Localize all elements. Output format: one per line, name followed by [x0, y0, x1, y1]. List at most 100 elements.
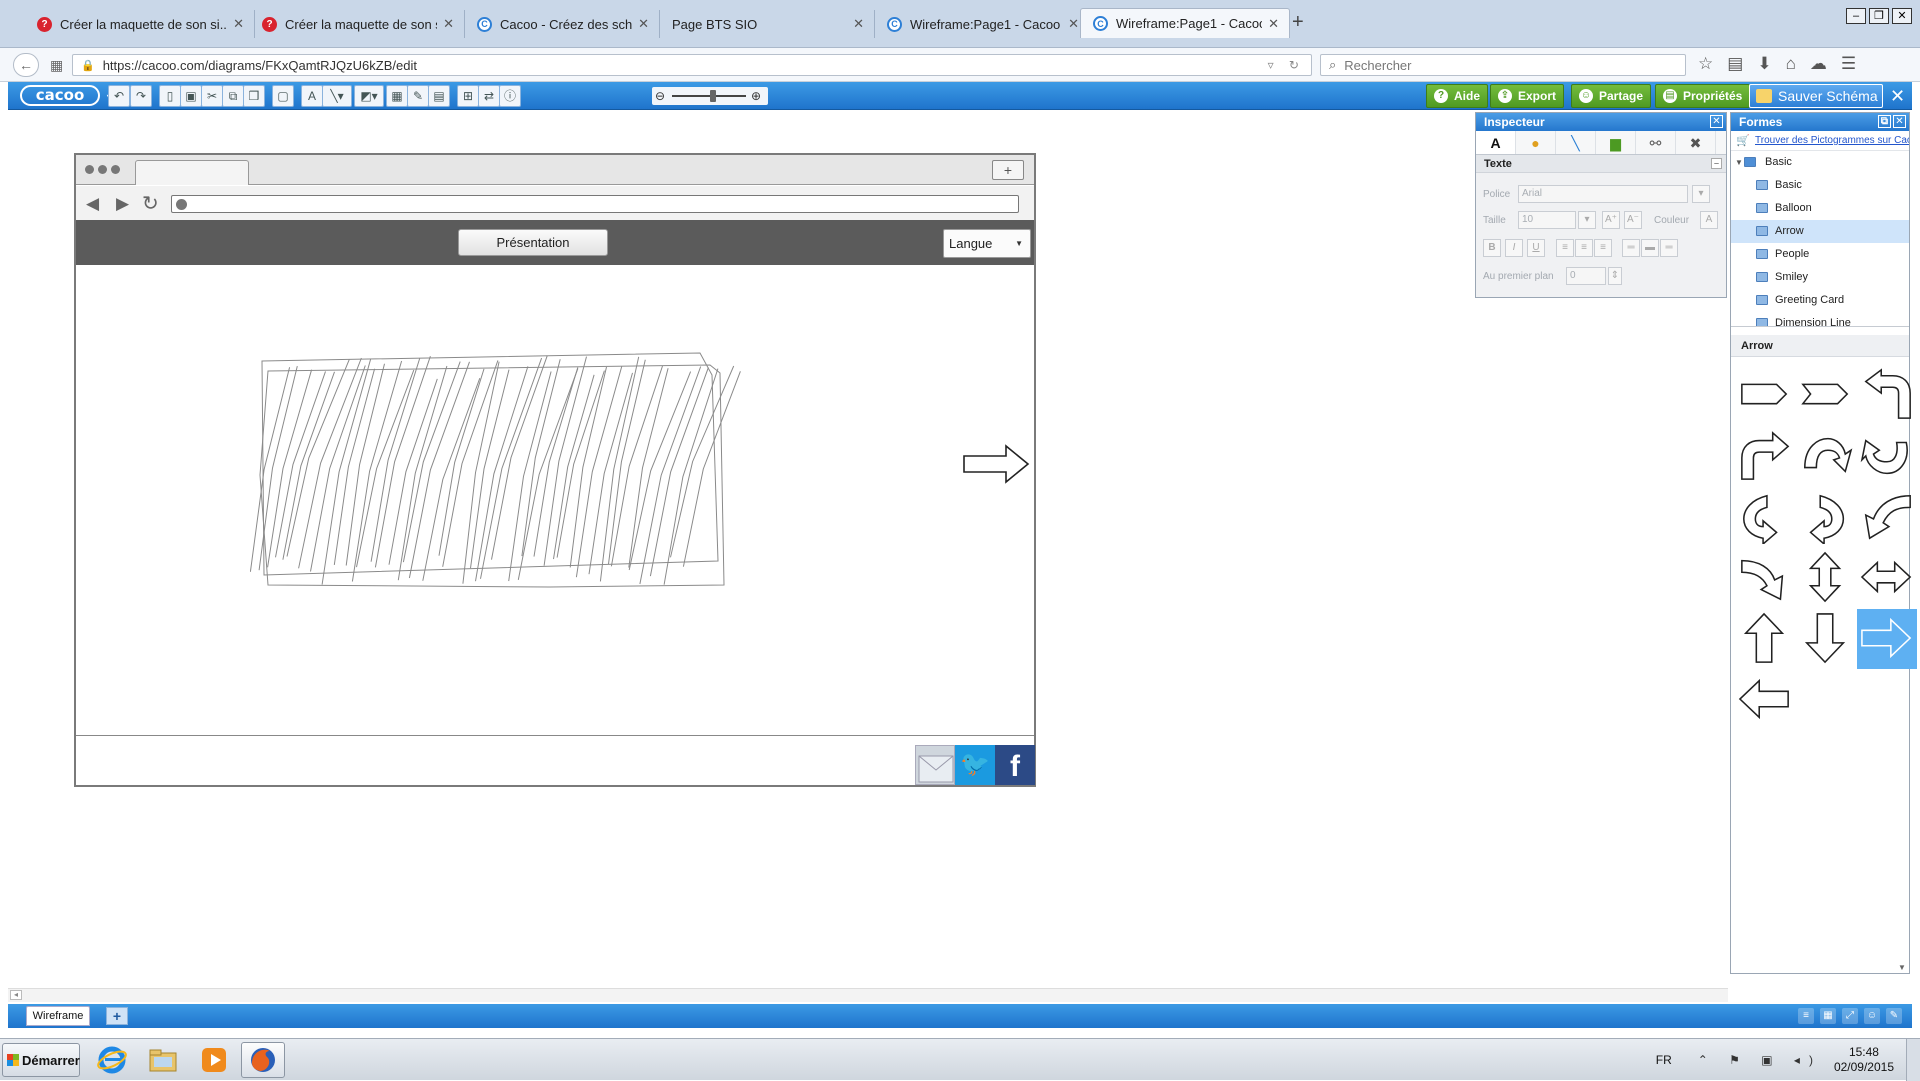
wireframe-browser-mockup[interactable]: + ◀ ▶ ↻ Présentation Langue ▼ 🐦 f — [74, 153, 1036, 787]
apps-grid-icon[interactable]: ▦ — [50, 57, 63, 74]
grid-icon[interactable]: ▦ — [1820, 1008, 1836, 1024]
close-tab-icon[interactable]: ✕ — [443, 16, 454, 32]
shape-library-item[interactable]: Dimension Line — [1731, 312, 1909, 326]
zoom-control[interactable]: ⊖ ⊕ — [652, 87, 768, 105]
reload-icon[interactable]: ▿ ↻ — [1268, 58, 1305, 72]
start-button[interactable]: Démarrer — [2, 1043, 80, 1077]
close-tab-icon[interactable]: ✕ — [233, 16, 244, 32]
increase-font-icon[interactable]: A⁺ — [1602, 211, 1620, 229]
tab-fill[interactable]: ● — [1516, 131, 1556, 154]
detach-icon[interactable]: ⧉ — [1878, 115, 1891, 128]
list-icon[interactable]: ≡ — [1798, 1008, 1814, 1024]
bookmark-star-icon[interactable]: ☆ — [1698, 54, 1713, 74]
users-icon[interactable]: ☺ — [1864, 1008, 1880, 1024]
save-diagram-button[interactable]: Sauver Schéma — [1749, 84, 1883, 108]
valign-bottom-icon[interactable]: ═ — [1660, 239, 1678, 257]
size-dropdown-icon[interactable]: ▾ — [1578, 211, 1596, 229]
home-icon[interactable]: ⌂ — [1786, 54, 1796, 74]
expand-icon[interactable]: ▼ — [1735, 151, 1743, 174]
download-icon[interactable]: ⬇ — [1757, 54, 1771, 74]
close-editor-icon[interactable]: ✕ — [1890, 86, 1905, 106]
close-tab-icon[interactable]: ✕ — [638, 16, 649, 32]
mail-icon[interactable] — [915, 745, 955, 785]
file-explorer-icon[interactable] — [141, 1042, 185, 1078]
shape-tool-icon[interactable]: ◩▾ — [354, 85, 384, 107]
italic-icon[interactable]: I — [1505, 239, 1523, 257]
properties-button[interactable]: ▤ Propriétés — [1655, 84, 1751, 108]
tab-line[interactable]: ╲ — [1556, 131, 1596, 154]
collapse-icon[interactable]: – — [1711, 158, 1722, 169]
redo-icon[interactable]: ↷ — [130, 85, 152, 107]
zoom-out-icon[interactable]: ⊖ — [655, 87, 665, 105]
line-tool-icon[interactable]: ╲▾ — [322, 85, 352, 107]
valign-top-icon[interactable]: ═ — [1622, 239, 1640, 257]
info-icon[interactable]: ⓘ — [499, 85, 521, 107]
tab-tools[interactable]: ✖ — [1676, 131, 1716, 154]
right-arrow-shape[interactable] — [1857, 609, 1917, 669]
table-tool-icon[interactable]: ▦ — [386, 85, 408, 107]
add-sheet-button[interactable]: + — [106, 1007, 128, 1025]
zoom-in-icon[interactable]: ⊕ — [751, 87, 761, 105]
clock[interactable]: 15:48 02/09/2015 — [1834, 1045, 1894, 1075]
fullscreen-icon[interactable]: ⤢ — [1842, 1008, 1858, 1024]
left-arrow-shape[interactable] — [1735, 670, 1795, 730]
tab-shadow[interactable]: ▆ — [1596, 131, 1636, 154]
browser-tab[interactable]: ? Créer la maquette de son si... ✕ — [250, 10, 465, 38]
pencil-tool-icon[interactable]: ✎ — [407, 85, 429, 107]
shape-library-item[interactable]: Smiley — [1731, 266, 1909, 289]
bold-icon[interactable]: B — [1483, 239, 1501, 257]
shape-library-item[interactable]: Greeting Card — [1731, 289, 1909, 312]
curved-up-left-arrow-shape[interactable] — [1857, 487, 1917, 547]
close-window-button[interactable]: ✕ — [1892, 8, 1912, 24]
show-desktop-button[interactable] — [1906, 1039, 1920, 1081]
shape-library-item[interactable]: People — [1731, 243, 1909, 266]
align-left-icon[interactable]: ≡ — [1556, 239, 1574, 257]
new-tab-button[interactable]: + — [1292, 12, 1304, 32]
chat-icon[interactable]: ✎ — [1886, 1008, 1902, 1024]
horizontal-scrollbar[interactable]: ◂ — [8, 988, 1728, 1002]
export-button[interactable]: ⇪ Export — [1490, 84, 1565, 108]
curved-down-arrow-shape[interactable] — [1857, 426, 1917, 486]
decrease-font-icon[interactable]: A⁻ — [1624, 211, 1642, 229]
up-down-arrow-shape[interactable] — [1796, 548, 1856, 608]
duplicate-icon[interactable]: ❒ — [243, 85, 265, 107]
close-icon[interactable]: ✕ — [1893, 115, 1906, 128]
font-dropdown-icon[interactable]: ▾ — [1692, 185, 1710, 203]
facebook-icon[interactable]: f — [995, 745, 1035, 785]
restore-button[interactable]: ❐ — [1869, 8, 1889, 24]
internet-explorer-icon[interactable] — [90, 1042, 134, 1078]
right-arrow-shape[interactable] — [962, 443, 1032, 485]
text-tool-icon[interactable]: A — [301, 85, 323, 107]
bent-up-right-arrow-shape[interactable] — [1735, 426, 1795, 486]
freehand-scribble[interactable] — [250, 325, 820, 635]
copy-icon[interactable]: ⧉ — [222, 85, 244, 107]
tray-icons[interactable]: ⌃ ⚑ ▣ ◂) — [1698, 1053, 1822, 1067]
shape-library-item[interactable]: Balloon — [1731, 197, 1909, 220]
undo-icon[interactable]: ↶ — [108, 85, 130, 107]
share-button[interactable]: ☺ Partage — [1571, 84, 1652, 108]
left-right-arrow-shape[interactable] — [1857, 548, 1917, 608]
curved-up-arrow-shape[interactable] — [1796, 426, 1856, 486]
scroll-down-icon[interactable]: ▼ — [1895, 963, 1909, 975]
shape-library-item[interactable]: ▼ Basic — [1731, 151, 1909, 174]
minimize-button[interactable]: – — [1846, 8, 1866, 24]
cut-icon[interactable]: ✂ — [201, 85, 223, 107]
presentation-button[interactable]: Présentation — [458, 229, 608, 256]
u-turn-left-arrow-shape[interactable] — [1857, 365, 1917, 425]
align-right-icon[interactable]: ≡ — [1594, 239, 1612, 257]
media-player-icon[interactable] — [192, 1042, 236, 1078]
language-indicator[interactable]: FR — [1656, 1053, 1672, 1067]
search-input[interactable]: ⌕ Rechercher — [1320, 54, 1686, 76]
address-bar[interactable]: 🔒 https://cacoo.com/diagrams/FKxQamtRJQz… — [72, 54, 1312, 76]
chat-icon[interactable]: ☁ — [1810, 54, 1827, 74]
help-button[interactable]: ? Aide — [1426, 84, 1489, 108]
align-center-icon[interactable]: ≡ — [1575, 239, 1593, 257]
pentagon-arrow-shape[interactable] — [1735, 365, 1795, 425]
underline-icon[interactable]: U — [1527, 239, 1545, 257]
foreground-field[interactable]: 0 — [1566, 267, 1606, 285]
new-page-icon[interactable]: ▯ — [159, 85, 181, 107]
valign-middle-icon[interactable]: ▬ — [1641, 239, 1659, 257]
browser-tab[interactable]: ? Créer la maquette de son si... ✕ — [25, 10, 255, 38]
scroll-left-icon[interactable]: ◂ — [10, 990, 22, 1000]
down-arrow-shape[interactable] — [1796, 609, 1856, 669]
